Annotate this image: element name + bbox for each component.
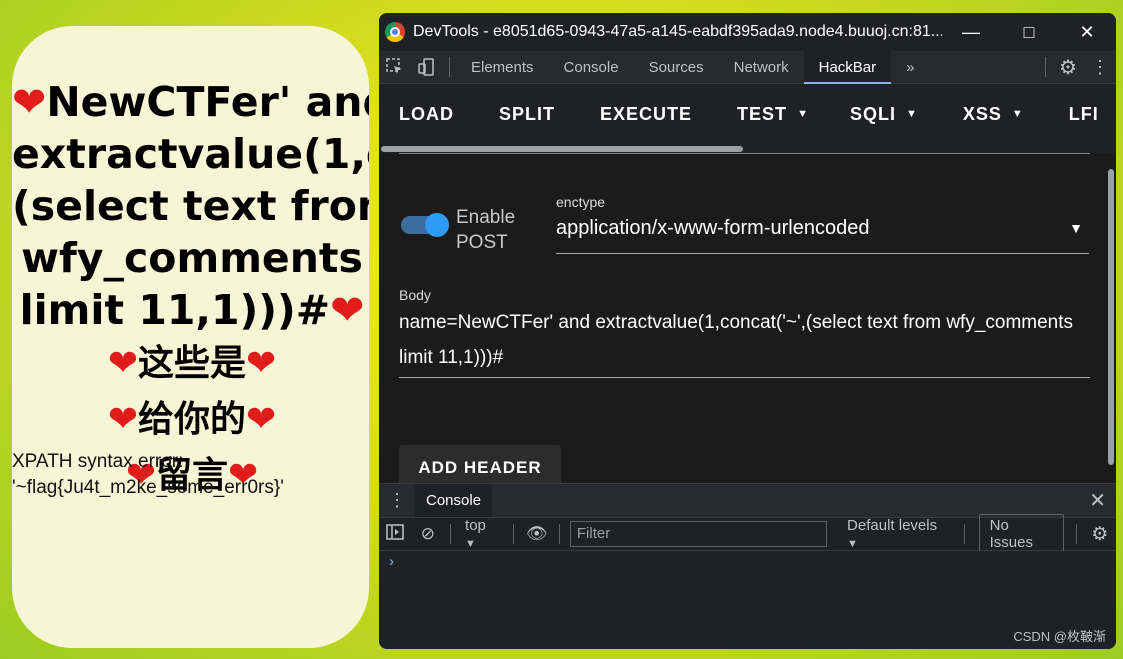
scrollbar-thumb[interactable]	[381, 146, 743, 152]
toggle-knob	[425, 213, 449, 237]
heart-icon: ❤	[107, 343, 138, 384]
msg-line-cn-2: ❤给你的❤	[107, 399, 277, 440]
enctype-label: enctype	[556, 194, 606, 210]
caret-down-icon: ▼	[847, 538, 858, 550]
tab-elements[interactable]: Elements	[456, 51, 549, 84]
gear-icon[interactable]: ⚙	[1052, 51, 1084, 84]
enable-post-toggle[interactable]	[401, 213, 449, 237]
web-page-card: ❤NewCTFer' and extractvalue(1,con (selec…	[12, 26, 369, 648]
caret-down-icon: ▼	[797, 108, 809, 120]
more-tabs-icon[interactable]: »	[891, 51, 929, 84]
console-drawer-tab[interactable]: Console	[415, 484, 493, 517]
execute-button[interactable]: EXECUTE	[600, 104, 692, 125]
divider	[513, 524, 515, 544]
eye-icon[interactable]: 👁	[520, 524, 553, 544]
msg-line-1: ❤NewCTFer' and	[12, 78, 369, 126]
filter-input[interactable]: Filter	[569, 521, 828, 547]
body-label: Body	[399, 287, 431, 303]
context-select[interactable]: top ▼	[457, 517, 507, 551]
enctype-select[interactable]: application/x-www-form-urlencoded ▼	[556, 214, 1089, 254]
msg-line-5: limit 11,1)))#❤	[19, 286, 365, 334]
xpath-error-text: XPATH syntax error: '~flag{Ju4t_m2ke_som…	[12, 451, 284, 498]
heart-icon: ❤	[12, 78, 47, 126]
devtools-tabbar: Elements Console Sources Network HackBar…	[379, 50, 1116, 84]
enable-post-label: Enable POST	[456, 207, 516, 253]
divider	[1045, 57, 1046, 77]
add-header-button[interactable]: ADD HEADER	[399, 445, 561, 483]
hackbar-panel: Enable POST enctype application/x-www-fo…	[379, 153, 1116, 483]
close-drawer-icon[interactable]: ✕	[1089, 488, 1106, 513]
xss-button[interactable]: XSS ▼	[963, 104, 1024, 125]
caret-down-icon: ▼	[465, 538, 476, 550]
divider	[963, 524, 965, 544]
msg-line-4: wfy_comments	[21, 234, 363, 282]
issues-button[interactable]: No Issues	[978, 514, 1065, 554]
maximize-icon[interactable]: □	[1000, 22, 1058, 43]
msg-line-cn-1: ❤这些是❤	[107, 343, 277, 384]
lfi-button[interactable]: LFI	[1069, 104, 1099, 125]
console-settings-gear-icon[interactable]: ⚙	[1083, 523, 1116, 546]
horizontal-scrollbar[interactable]	[379, 145, 1116, 153]
drawer-menu-icon[interactable]: ⋮	[379, 490, 415, 511]
url-field-underline	[399, 153, 1090, 154]
chrome-icon	[385, 22, 405, 42]
dropdown-arrow-icon: ▼	[1069, 220, 1083, 236]
split-button[interactable]: SPLIT	[499, 104, 555, 125]
body-input[interactable]: name=NewCTFer' and extractvalue(1,concat…	[399, 305, 1090, 378]
sqli-button[interactable]: SQLI ▼	[850, 104, 918, 125]
test-button[interactable]: TEST ▼	[737, 104, 809, 125]
tab-hackbar[interactable]: HackBar	[803, 50, 892, 84]
divider	[449, 57, 450, 77]
heart-icon: ❤	[246, 399, 277, 440]
clear-console-icon[interactable]: ⊘	[412, 524, 445, 544]
load-button[interactable]: LOAD	[399, 104, 454, 125]
title-bar: DevTools - e8051d65-0943-47a5-a145-eabdf…	[379, 13, 1116, 51]
tab-network[interactable]: Network	[719, 51, 804, 84]
close-icon[interactable]: ✕	[1058, 22, 1116, 43]
vertical-scrollbar[interactable]	[1108, 169, 1114, 465]
tab-console[interactable]: Console	[549, 51, 634, 84]
caret-down-icon: ▼	[1011, 108, 1024, 120]
caret-down-icon: ▼	[905, 108, 918, 120]
minimize-icon[interactable]: —	[942, 22, 1000, 43]
device-toolbar-icon[interactable]	[411, 51, 443, 84]
heart-icon: ❤	[107, 399, 138, 440]
console-toolbar: ⊘ top ▼ 👁 Filter Default levels ▼ No Iss…	[379, 514, 1116, 554]
inspect-element-icon[interactable]	[379, 51, 411, 84]
hackbar-toolbar: LOAD SPLIT EXECUTE TEST ▼ SQLI ▼ XSS ▼ LFI	[379, 84, 1116, 145]
watermark: CSDN @枚鞁渐	[1013, 629, 1106, 644]
divider	[450, 524, 452, 544]
devtools-window: DevTools - e8051d65-0943-47a5-a145-eabdf…	[379, 13, 1116, 649]
tab-sources[interactable]: Sources	[634, 51, 719, 84]
msg-line-2: extractvalue(1,con	[12, 130, 369, 178]
msg-line-3: (select text from	[12, 182, 369, 230]
console-drawer-header: ⋮ Console ✕	[379, 483, 1116, 517]
console-output[interactable]: › CSDN @枚鞁渐	[379, 551, 1116, 649]
heart-icon: ❤	[246, 343, 277, 384]
comment-message: ❤NewCTFer' and extractvalue(1,con (selec…	[12, 76, 369, 504]
default-levels-select[interactable]: Default levels ▼	[837, 517, 958, 551]
heart-icon: ❤	[330, 286, 365, 334]
window-title: DevTools - e8051d65-0943-47a5-a145-eabdf…	[413, 23, 942, 40]
more-options-icon[interactable]: ⋮	[1084, 51, 1116, 84]
divider	[1076, 524, 1078, 544]
sidebar-toggle-icon[interactable]	[379, 523, 412, 545]
console-prompt-icon: ›	[389, 553, 394, 570]
divider	[558, 524, 560, 544]
